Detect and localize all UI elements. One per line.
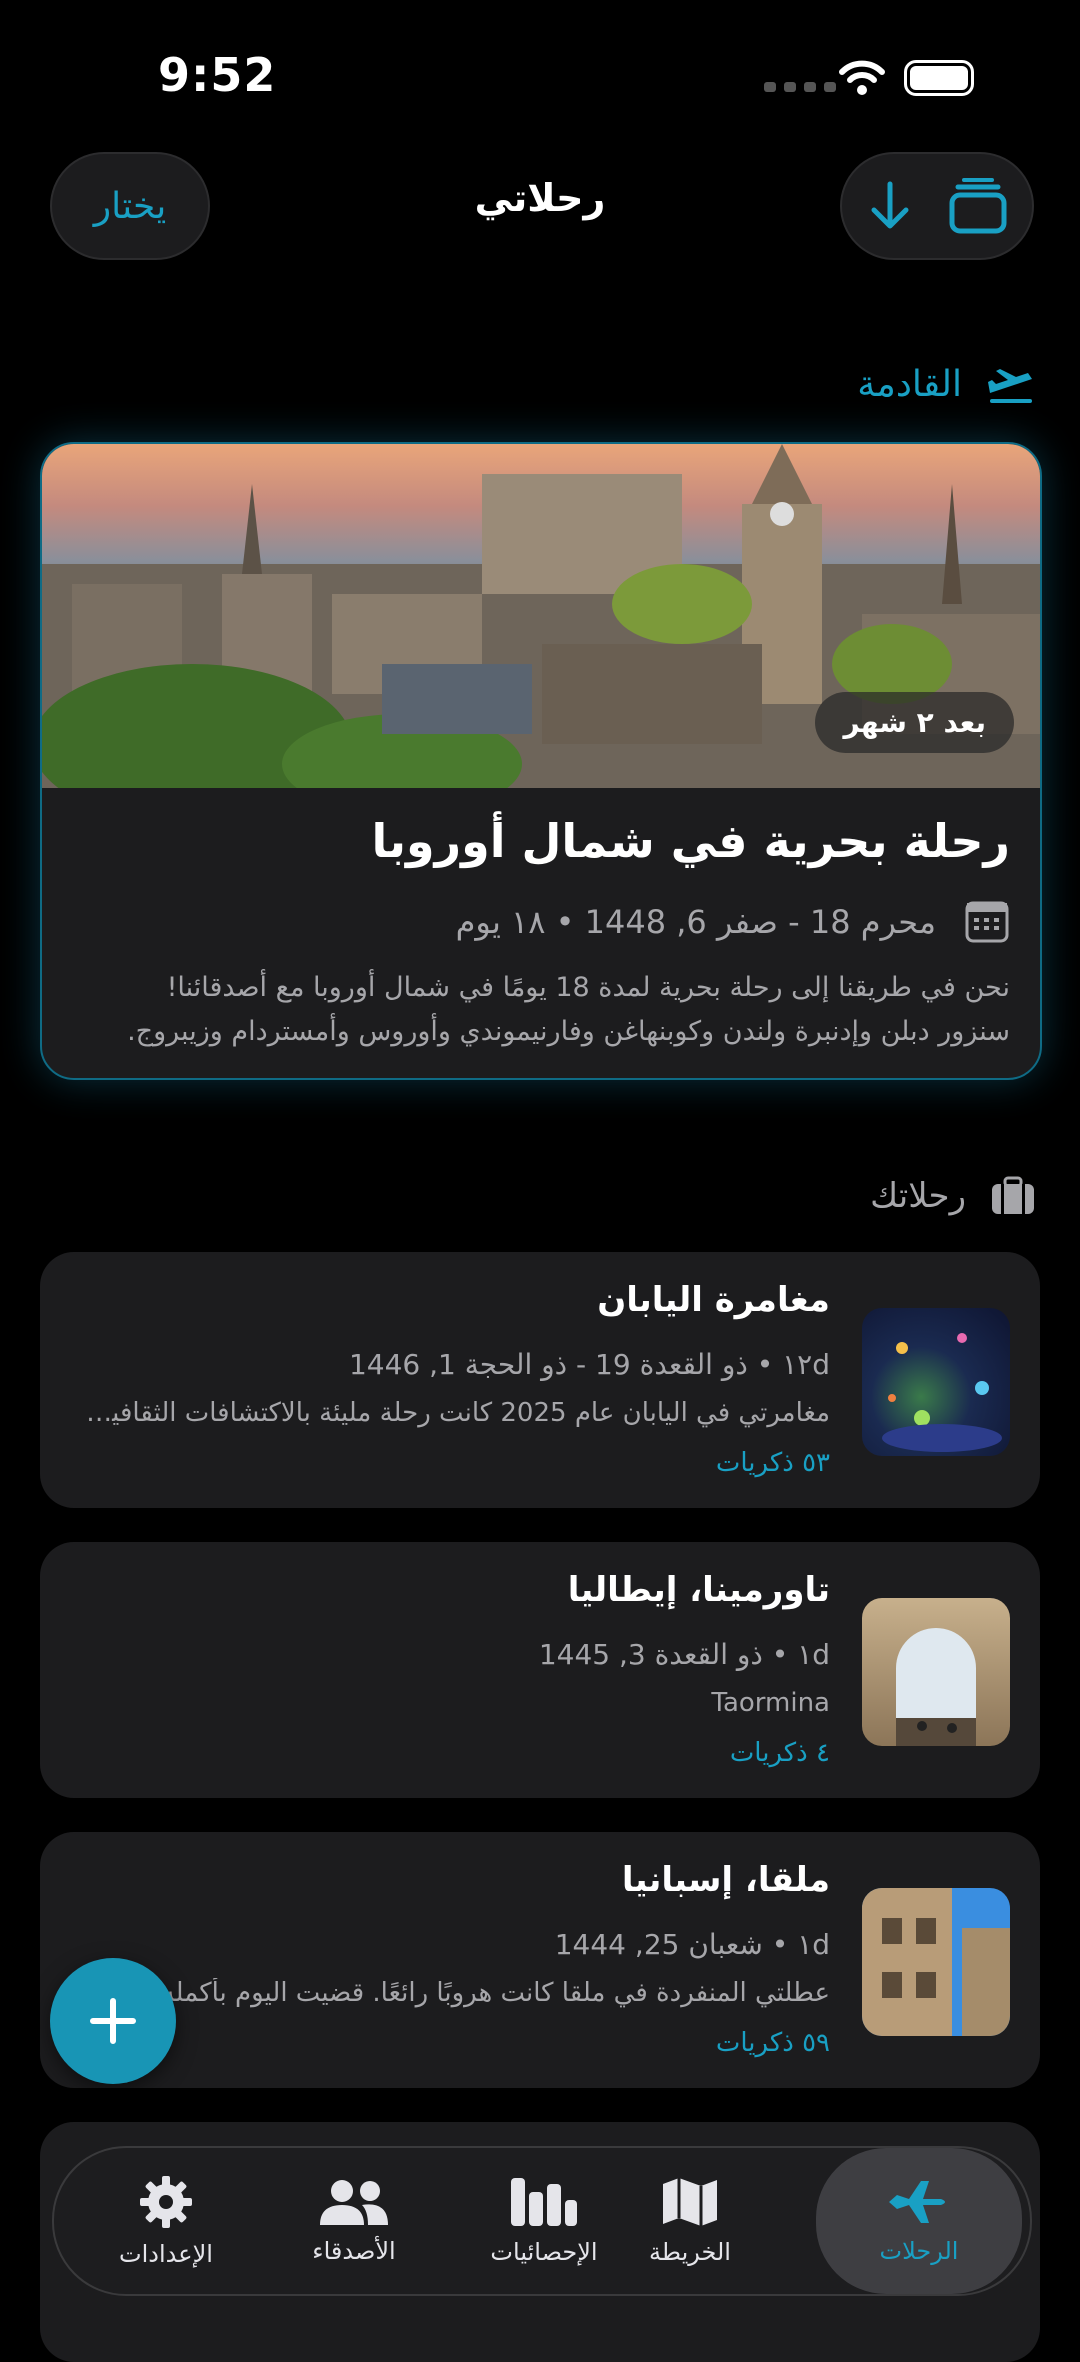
featured-trip-date-text: محرم 18 - صفر 6, 1448 • ١٨ يوم [455, 903, 936, 941]
tab-settings-label: الإعدادات [119, 2240, 213, 2268]
trip-meta: ١d • ذو القعدة 3, 1445 [538, 1638, 830, 1671]
calendar-icon [965, 901, 1009, 943]
trip-title: ملقا، إسبانيا [621, 1860, 830, 1900]
featured-trip-description: نحن في طريقنا إلى رحلة بحرية لمدة 18 يوم… [127, 972, 1010, 1047]
trip-meta: ١d • شعبان 25, 1444 [554, 1928, 830, 1961]
trip-title: تاورمينا، إيطاليا [567, 1570, 830, 1610]
trip-memories-count: ٥٩ ذكريات [715, 2028, 830, 2058]
tab-map-label: الخريطة [649, 2238, 731, 2266]
trip-thumbnail [862, 1888, 1010, 2036]
bar-chart-icon [511, 2178, 577, 2226]
trip-card[interactable]: ملقا، إسبانيا ١d • شعبان 25, 1444 عطلتي … [40, 1832, 1040, 2088]
status-time: 9:52 [158, 48, 277, 102]
plus-icon [90, 1998, 136, 2044]
tab-trips-label: الرحلات [879, 2237, 959, 2265]
tab-friends[interactable]: الأصدقاء [264, 2148, 444, 2294]
section-upcoming: القادمة [857, 364, 1036, 405]
trip-memories-count: ٤ ذكريات [729, 1738, 830, 1768]
stack-icon[interactable] [948, 177, 1008, 235]
featured-trip-title: رحلة بحرية في شمال أوروبا [371, 814, 1010, 868]
tab-stats-label: الإحصائيات [490, 2238, 598, 2266]
section-upcoming-label: القادمة [857, 364, 962, 405]
section-your-trips-label: رحلاتك [870, 1176, 966, 1216]
airplane-icon [889, 2181, 945, 2223]
download-icon[interactable] [866, 178, 914, 234]
tab-friends-label: الأصدقاء [312, 2237, 396, 2265]
countdown-badge: بعد ٢ شهر [815, 692, 1014, 753]
battery-icon [904, 60, 974, 96]
people-icon [320, 2180, 388, 2225]
section-your-trips: رحلاتك [870, 1176, 1036, 1216]
trip-thumbnail [862, 1308, 1010, 1456]
tab-stats[interactable]: الإحصائيات [454, 2148, 634, 2294]
signal-icon [764, 82, 836, 92]
trip-memories-count: ٥٣ ذكريات [715, 1448, 830, 1478]
map-icon [663, 2178, 717, 2226]
tab-settings[interactable]: الإعدادات [76, 2148, 256, 2294]
trip-title: مغامرة اليابان [597, 1280, 830, 1320]
featured-trip-dates: محرم 18 - صفر 6, 1448 • ١٨ يوم [456, 900, 1010, 944]
add-trip-button[interactable] [50, 1958, 176, 2084]
tab-trips[interactable]: الرحلات [816, 2148, 1022, 2294]
trip-description: مغامرتي في اليابان عام 2025 كانت رحلة مل… [76, 1398, 830, 1428]
wifi-icon [839, 60, 885, 95]
trip-thumbnail [862, 1598, 1010, 1746]
trip-description: Taormina [711, 1688, 830, 1718]
featured-trip-card[interactable]: بعد ٢ شهر رحلة بحرية في شمال أوروبا محرم… [40, 442, 1042, 1080]
trip-description: عطلتي المنفردة في ملقا كانت هروبًا رائعً… [121, 1978, 830, 2008]
plane-departure-icon [988, 368, 1032, 403]
gear-icon [140, 2176, 192, 2228]
trip-card[interactable]: تاورمينا، إيطاليا ١d • ذو القعدة 3, 1445… [40, 1542, 1040, 1798]
trip-meta: ١٢d • ذو القعدة 19 - ذو الحجة 1, 1446 [348, 1348, 830, 1381]
tab-bar: الرحلات الخريطة الإحصائيات الأصدقاء الإع… [52, 2146, 1032, 2296]
suitcase-icon [992, 1176, 1034, 1214]
trip-card[interactable]: مغامرة اليابان ١٢d • ذو القعدة 19 - ذو ا… [40, 1252, 1040, 1508]
header-actions [840, 152, 1034, 260]
